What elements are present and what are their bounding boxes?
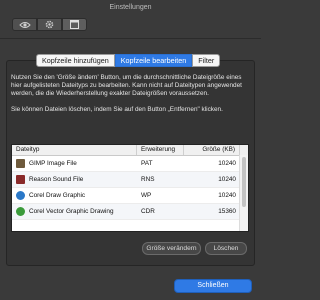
file-extension: CDR <box>141 208 155 215</box>
scrollbar-thumb[interactable] <box>242 157 246 207</box>
table-row[interactable]: GIMP Image File PAT 10240 <box>12 156 248 172</box>
table-row[interactable]: Reason Sound File RNS 10240 <box>12 172 248 188</box>
table-header: Dateityp Erweiterung Größe (KB) <box>12 145 248 156</box>
tab-filter[interactable]: Filter <box>192 54 221 67</box>
resize-button[interactable]: Größe verändern <box>142 242 201 255</box>
file-size: 15360 <box>218 208 236 215</box>
file-type-name: Reason Sound File <box>29 176 84 183</box>
file-type-name: Corel Vector Graphic Drawing <box>29 208 114 215</box>
window-toolbar-button[interactable] <box>62 18 87 31</box>
table-row[interactable]: Corel Draw Graphic WP 10240 <box>12 188 248 204</box>
file-type-name: GIMP Image File <box>29 160 77 167</box>
gimp-file-icon <box>16 159 25 168</box>
toolbar-divider <box>0 38 261 39</box>
corel-vector-icon <box>16 207 25 216</box>
tab-bar: Kopfzeile hinzufügen Kopfzeile bearbeite… <box>36 54 221 67</box>
file-extension: PAT <box>141 160 153 167</box>
preview-toolbar-button[interactable] <box>12 18 37 31</box>
file-size: 10240 <box>218 160 236 167</box>
corel-draw-icon <box>16 191 25 200</box>
eye-icon <box>18 16 31 34</box>
table-scrollbar[interactable] <box>239 155 248 231</box>
column-header-size[interactable]: Größe (KB) <box>184 145 240 155</box>
table-row[interactable]: Corel Vector Graphic Drawing CDR 15360 <box>12 204 248 220</box>
toolbar <box>12 18 87 31</box>
tab-add-header[interactable]: Kopfzeile hinzufügen <box>36 54 115 67</box>
file-extension: RNS <box>141 176 155 183</box>
file-size: 10240 <box>218 192 236 199</box>
file-size: 10240 <box>218 176 236 183</box>
close-button[interactable]: Schließen <box>174 279 252 293</box>
delete-button[interactable]: Löschen <box>205 242 247 255</box>
tab-edit-header[interactable]: Kopfzeile bearbeiten <box>114 54 193 67</box>
window-title: Einstellungen <box>109 4 152 11</box>
gear-icon <box>45 16 54 34</box>
window-icon <box>70 16 79 34</box>
file-type-table: Dateityp Erweiterung Größe (KB) GIMP Ima… <box>11 144 249 232</box>
file-extension: WP <box>141 192 152 199</box>
reason-file-icon <box>16 175 25 184</box>
column-header-extension[interactable]: Erweiterung <box>137 145 184 155</box>
file-type-name: Corel Draw Graphic <box>29 192 86 199</box>
column-header-type[interactable]: Dateityp <box>12 145 137 155</box>
delete-hint-text: Sie können Dateien löschen, indem Sie au… <box>11 106 223 113</box>
settings-toolbar-button[interactable] <box>37 18 62 31</box>
description-text: Nutzen Sie den 'Größe ändern' Button, um… <box>11 74 242 98</box>
